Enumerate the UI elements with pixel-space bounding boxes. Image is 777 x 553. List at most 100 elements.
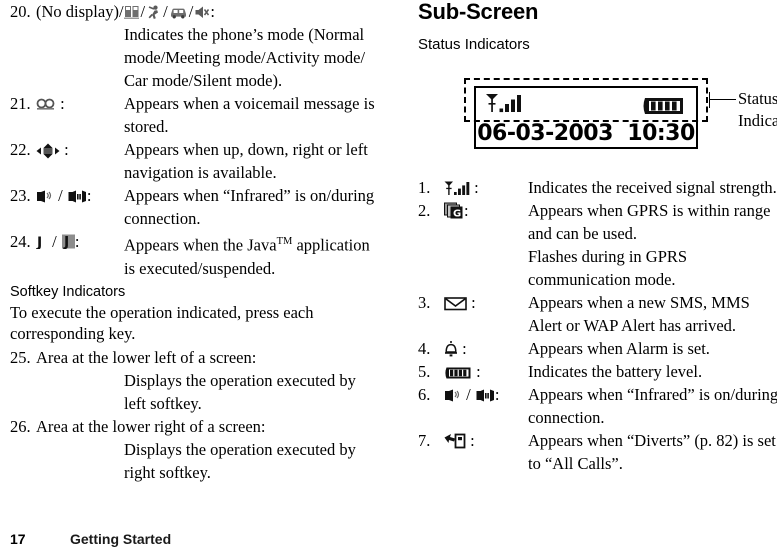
desc-line: to “All Calls”. (528, 454, 623, 473)
item-number: 24. (10, 232, 31, 251)
desc-line: stored. (124, 117, 169, 136)
item-description: Appears when a new SMS, MMS Alert or WAP… (528, 291, 777, 337)
infrared-on-icon (36, 190, 53, 204)
item-number: 23. (10, 186, 31, 205)
list-item: 4. : Appears when Alarm is set. (418, 337, 777, 360)
desc-line: mode/Meeting mode/Activity mode/ (124, 48, 366, 67)
item-number: 2. (418, 201, 431, 220)
item-number: 3. (418, 293, 431, 312)
item-number: 25. (10, 348, 31, 367)
softkey-indicators-section: Softkey Indicators To execute the operat… (10, 284, 406, 484)
desc-text: Appears when the Java (124, 235, 277, 255)
item-key-colon: : (210, 2, 215, 21)
item-key-icons: / : (36, 184, 91, 207)
item-number: 6. (418, 385, 431, 404)
desc-line: Displays the operation executed by (124, 371, 356, 390)
softkey-heading: Softkey Indicators (10, 284, 126, 300)
item-key-text: (No display)/ (36, 2, 124, 21)
lcd-date-time: 06-03-2003 10:30 (476, 120, 696, 148)
desc-line: Appears when GPRS is within range (528, 201, 771, 220)
item-key-icons: : (36, 138, 69, 161)
softkey-title: Area at the lower right of a screen: (36, 417, 266, 436)
desc-line: Appears when up, down, right or left (124, 140, 368, 159)
desc-line: and can be used. (528, 224, 638, 243)
item-key-colon: : (64, 140, 69, 159)
item-key-icons: : (444, 291, 476, 314)
desc-line: communication mode. (528, 270, 676, 289)
desc-line: Indicates the received signal strength. (528, 178, 777, 197)
infrared-connecting-icon (476, 389, 495, 403)
svg-text:J: J (63, 235, 69, 250)
signal-strength-icon (444, 181, 470, 196)
item-number: 21. (10, 94, 31, 113)
list-item: 7. : Appears when “Diverts” (p. 82) is s… (418, 429, 777, 475)
item-key-icons: / : (444, 383, 499, 406)
svg-text:J: J (36, 235, 42, 249)
status-indicators-heading: Status Indicators (418, 36, 530, 53)
chapter-name: Getting Started (70, 531, 172, 547)
voicemail-icon (36, 97, 56, 112)
svg-text:G: G (453, 209, 461, 220)
item-number: 7. (418, 431, 431, 450)
list-item: 26. Area at the lower right of a screen:… (10, 415, 406, 484)
item-key-colon: : (74, 232, 80, 251)
item-description: Appears when the JavaTM application is e… (124, 230, 406, 280)
item-key-colon: : (474, 178, 479, 197)
gprs-icon: G (444, 202, 464, 219)
item-key-colon: : (462, 339, 467, 358)
item-description: Indicates the received signal strength. (528, 176, 777, 199)
call-divert-icon (444, 433, 466, 449)
list-item: 23. / : Appears when “Infrared” is on/du… (10, 184, 406, 230)
page-footer: 17 Getting Started (10, 531, 767, 547)
item-key-colon: : (60, 94, 65, 113)
status-indicator-list: 1. : Indicates the received signal stren… (418, 176, 777, 475)
item-number: 5. (418, 362, 431, 381)
list-item: 24. J / J: Appears when the JavaTM appli… (10, 230, 406, 278)
item-description: Indicates the battery level. (528, 360, 777, 383)
desc-line: is executed/suspended. (124, 258, 276, 278)
softkey-title: Area at the lower left of a screen: (36, 348, 257, 367)
item-number: 20. (10, 2, 31, 21)
intro-line: To execute the operation indicated, pres… (10, 303, 314, 322)
desc-line: Indicates the phone’s mode (Normal (124, 25, 365, 44)
page-title: Sub-Screen (418, 0, 539, 24)
item-key-icons: : (444, 176, 479, 199)
item-number: 26. (10, 417, 31, 436)
java-suspended-icon: J (61, 234, 75, 250)
list-item: 21. : Appears when a voicemail message i… (10, 92, 406, 138)
desc-line: Car mode/Silent mode). (124, 71, 283, 90)
infrared-on-icon (444, 389, 461, 403)
item-key-colon: : (494, 385, 500, 404)
desc-line: connection. (124, 209, 201, 228)
list-item: 22. : Appears when up, down, right or le… (10, 138, 406, 184)
battery-full-icon (444, 366, 472, 380)
desc-line: Appears when “Infrared” is on/during (124, 186, 375, 205)
list-item: 5. : Indicates the battery level. (418, 360, 777, 383)
meeting-mode-icon (123, 5, 140, 20)
item-key-colon: : (476, 362, 481, 381)
item-key-icons: (No display)// / /: (36, 2, 215, 21)
right-column: Sub-Screen Status Indicators 06-03-2003 … (418, 0, 777, 475)
item-key-colon: : (464, 201, 469, 220)
desc-line: Alert or WAP Alert has arrived. (528, 316, 737, 335)
item-key-icons: : (444, 429, 475, 452)
callout-label: Status Indicators (738, 88, 777, 132)
desc-line: Flashes during in GPRS (528, 247, 688, 266)
list-item: 1. : Indicates the received signal stren… (418, 176, 777, 199)
list-item: 20. (No display)// / /: Indicates the phon… (10, 0, 406, 92)
item-key-colon: : (471, 293, 476, 312)
item-number: 4. (418, 339, 431, 358)
silent-mode-icon (194, 5, 210, 20)
item-description: Appears when “Infrared” is on/during con… (124, 184, 406, 230)
desc-line: Displays the operation executed by (124, 440, 356, 459)
desc-line: connection. (528, 408, 605, 427)
intro-line: corresponding key. (10, 324, 136, 343)
callout-line (710, 99, 736, 100)
desc-line: Appears when “Infrared” is on/during (528, 385, 777, 404)
item-number: 1. (418, 178, 431, 197)
status-indicators-highlight (464, 78, 708, 122)
list-item: 6. / : Appears when “Infrared” is on/dur… (418, 383, 777, 429)
infrared-connecting-icon (68, 190, 87, 204)
desc-line: Appears when a new SMS, MMS (528, 293, 750, 312)
item-key-icons: : (444, 337, 467, 360)
